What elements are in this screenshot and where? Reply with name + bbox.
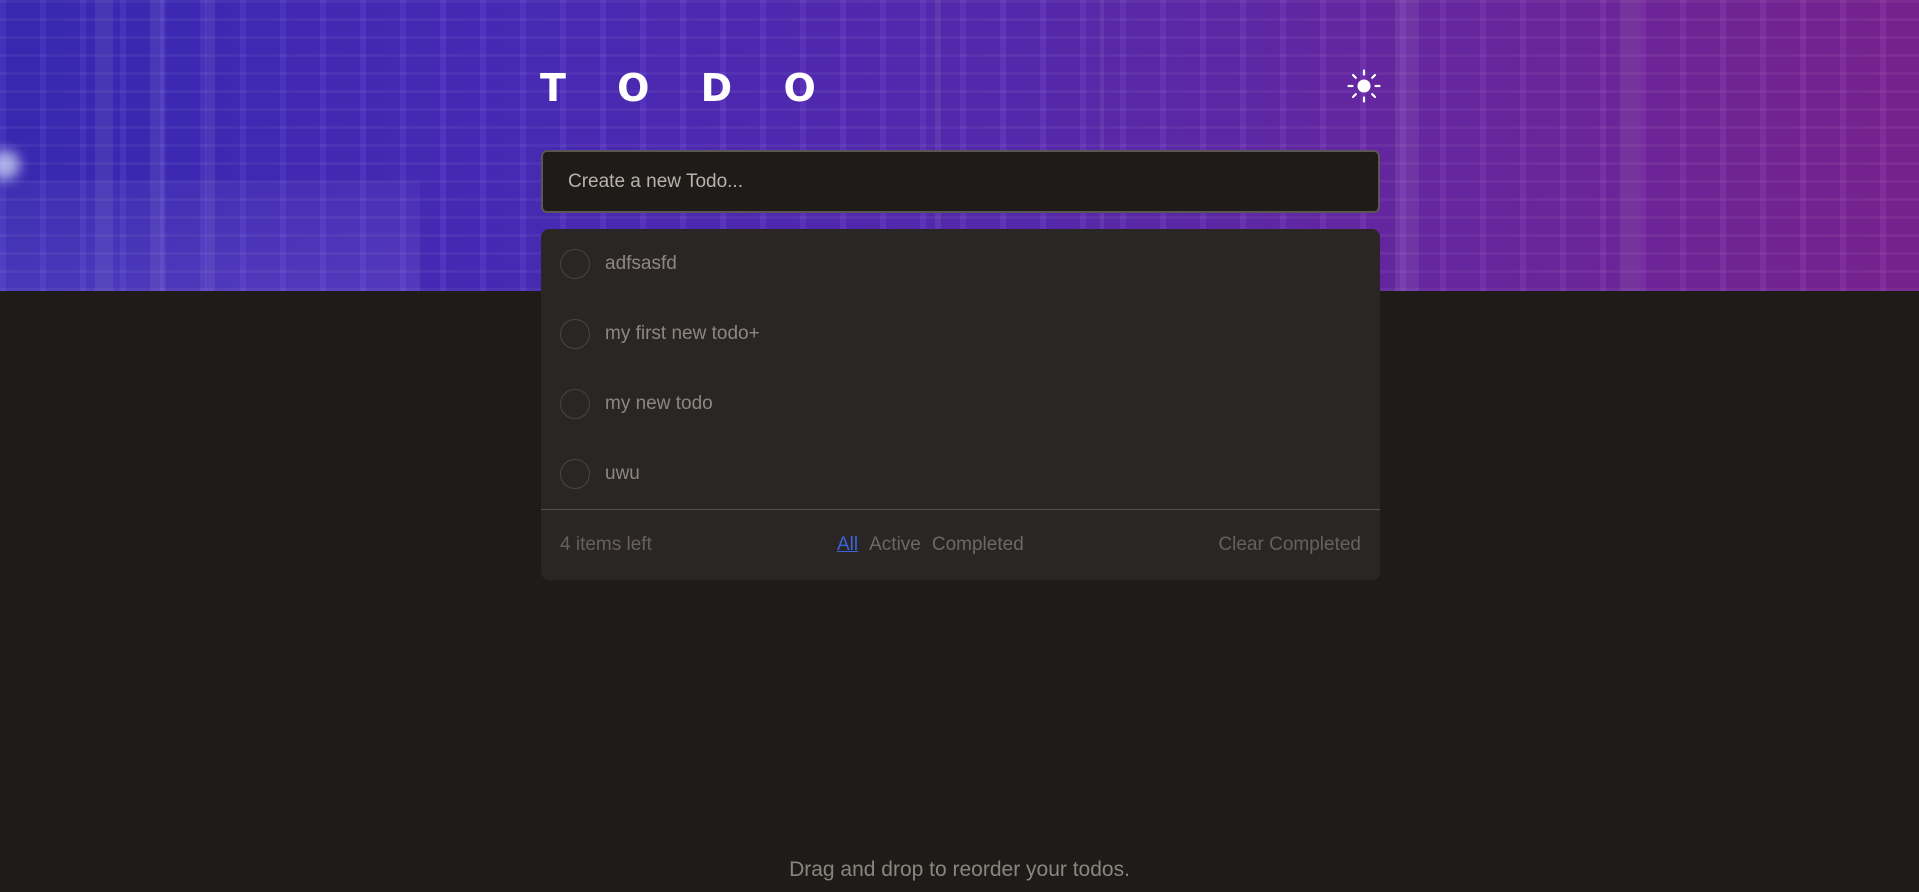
todo-text: my first new todo+	[605, 323, 760, 344]
todo-list: adfsasfd my first new todo+ my new todo …	[541, 229, 1380, 580]
todo-item[interactable]: my new todo	[541, 369, 1380, 439]
theme-toggle-button[interactable]	[1346, 68, 1382, 104]
filter-completed[interactable]: Completed	[932, 534, 1024, 556]
filter-all[interactable]: All	[837, 534, 858, 556]
filter-active[interactable]: Active	[869, 534, 921, 556]
todo-text: adfsasfd	[605, 253, 677, 274]
todo-checkbox[interactable]	[560, 319, 590, 349]
todo-item[interactable]: adfsasfd	[541, 229, 1380, 299]
todo-item[interactable]: uwu	[541, 439, 1380, 509]
items-left-count: 4 items left	[560, 534, 652, 555]
drag-hint: Drag and drop to reorder your todos.	[789, 858, 1130, 881]
todo-checkbox[interactable]	[560, 249, 590, 279]
new-todo-box	[541, 150, 1380, 213]
list-footer: 4 items left All Active Completed Clear …	[541, 510, 1380, 580]
hero-light	[0, 150, 20, 180]
hero-beam	[1620, 0, 1640, 291]
new-todo-input[interactable]	[568, 170, 1378, 193]
filter-group: All Active Completed	[837, 534, 1024, 556]
todo-text: my new todo	[605, 393, 713, 414]
todo-item[interactable]: my first new todo+	[541, 299, 1380, 369]
hero-floor	[0, 181, 420, 291]
todo-checkbox[interactable]	[560, 389, 590, 419]
sun-icon	[1347, 69, 1381, 103]
todo-text: uwu	[605, 463, 640, 484]
clear-completed-button[interactable]: Clear Completed	[1218, 534, 1361, 556]
todo-checkbox[interactable]	[560, 459, 590, 489]
hero-beam	[1395, 0, 1419, 291]
app-title: T O D O	[540, 66, 835, 110]
